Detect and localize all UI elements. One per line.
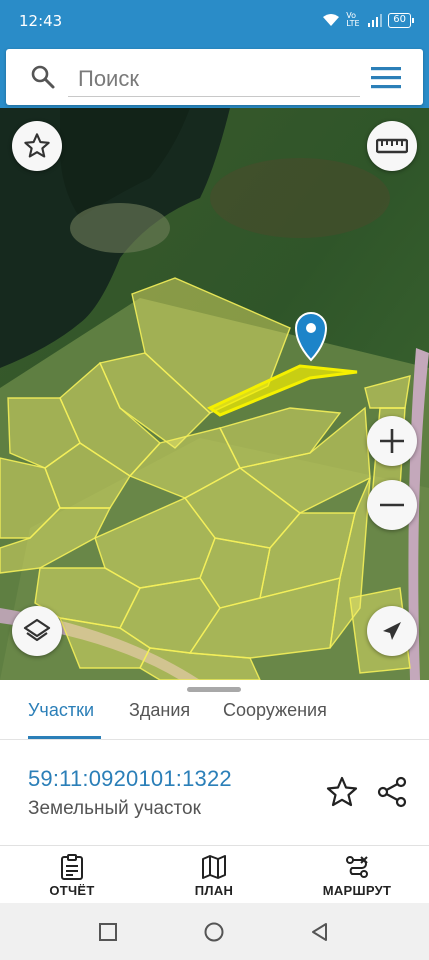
nav-report[interactable]: ОТЧЁТ bbox=[22, 854, 122, 898]
favorite-star-icon[interactable] bbox=[324, 774, 360, 810]
bottom-navigation: ОТЧЁТ ПЛАН МАРШРУТ bbox=[0, 845, 429, 903]
bottom-sheet: Участки Здания Сооружения 59:11:0920101:… bbox=[0, 680, 429, 845]
nav-plan-label: ПЛАН bbox=[194, 883, 234, 898]
search-box bbox=[6, 49, 423, 105]
nav-plan[interactable]: ПЛАН bbox=[164, 854, 264, 898]
map-plan-icon bbox=[202, 855, 226, 879]
wifi-icon bbox=[323, 14, 340, 26]
parcel-type: Земельный участок bbox=[28, 798, 201, 819]
status-icons: Vo LTE 60 bbox=[322, 11, 414, 28]
back-icon[interactable] bbox=[309, 921, 331, 943]
minus-icon bbox=[380, 503, 404, 507]
battery-level: 60 bbox=[393, 13, 406, 25]
plus-icon bbox=[380, 429, 404, 453]
active-tab-indicator bbox=[28, 736, 101, 739]
system-navigation-bar bbox=[0, 903, 429, 960]
recent-apps-icon[interactable] bbox=[97, 921, 119, 943]
zoom-in-button[interactable] bbox=[367, 416, 417, 466]
search-input[interactable] bbox=[68, 61, 360, 97]
navigation-arrow-icon bbox=[383, 622, 401, 640]
satellite-map[interactable] bbox=[0, 108, 429, 680]
drag-handle[interactable] bbox=[187, 687, 241, 692]
search-header bbox=[0, 42, 429, 108]
cadastral-number[interactable]: 59:11:0920101:1322 bbox=[28, 766, 232, 792]
ruler-icon bbox=[376, 138, 408, 154]
nav-route-label: МАРШРУТ bbox=[322, 883, 392, 898]
zoom-out-button[interactable] bbox=[367, 480, 417, 530]
status-bar: 12:43 Vo LTE 60 bbox=[0, 0, 429, 42]
report-icon bbox=[61, 854, 83, 880]
tab-buildings[interactable]: Здания bbox=[129, 700, 190, 740]
layers-button[interactable] bbox=[12, 606, 62, 656]
route-icon bbox=[346, 856, 368, 878]
network-label: Vo LTE bbox=[346, 11, 360, 28]
search-icon[interactable] bbox=[30, 64, 56, 90]
star-icon bbox=[24, 133, 50, 158]
tab-bar: Участки Здания Сооружения bbox=[0, 694, 429, 740]
nav-route[interactable]: МАРШРУТ bbox=[307, 854, 407, 898]
tab-parcels[interactable]: Участки bbox=[28, 700, 94, 740]
map-imagery bbox=[0, 108, 429, 680]
layers-icon bbox=[23, 618, 51, 642]
battery-icon: 60 bbox=[388, 12, 414, 28]
favorite-map-button[interactable] bbox=[12, 121, 62, 171]
menu-icon[interactable] bbox=[371, 67, 401, 89]
home-icon[interactable] bbox=[203, 921, 225, 943]
tab-structures[interactable]: Сооружения bbox=[223, 700, 327, 740]
signal-icon bbox=[368, 13, 383, 27]
share-icon[interactable] bbox=[374, 774, 410, 810]
my-location-button[interactable] bbox=[367, 606, 417, 656]
status-time: 12:43 bbox=[19, 12, 63, 30]
ruler-button[interactable] bbox=[367, 121, 417, 171]
nav-report-label: ОТЧЁТ bbox=[49, 883, 95, 898]
